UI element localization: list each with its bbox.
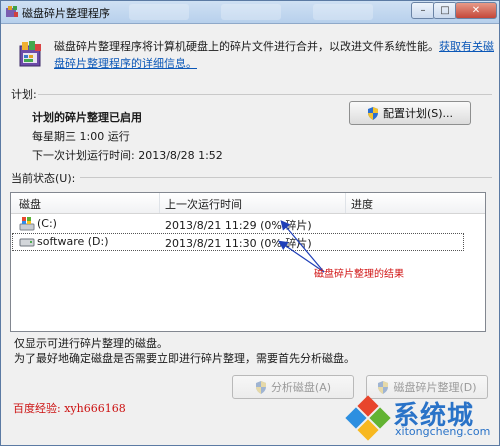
xitongcheng-logo: 系统城 xitongcheng.com [341, 393, 496, 445]
analyze-disk-label: 分析磁盘(A) [270, 381, 332, 394]
column-header-progress[interactable]: 进度 [351, 196, 373, 212]
annotation-label: 磁盘碎片整理的结果 [314, 269, 404, 280]
uac-shield-icon [378, 380, 389, 394]
uac-shield-icon [367, 106, 378, 120]
current-status-label: 当前状态(U): [11, 172, 76, 185]
schedule-run-time: 每星期三 1:00 运行 [32, 130, 130, 143]
intro-text: 磁盘碎片整理程序将计算机硬盘上的碎片文件进行合并，以改进文件系统性能。 [54, 40, 439, 53]
title-bar[interactable]: 磁盘碎片整理程序 – □ ✕ [1, 1, 499, 24]
disk-row-d[interactable]: software (D:) 2013/8/21 11:30 (0% 碎片) [12, 233, 464, 251]
intro-description: 磁盘碎片整理程序将计算机硬盘上的碎片文件进行合并，以改进文件系统性能。获取有关磁… [54, 38, 494, 72]
defrag-app-icon [6, 6, 18, 17]
column-header-last-run[interactable]: 上一次运行时间 [165, 196, 242, 212]
minimize-button[interactable]: – [411, 2, 435, 19]
maximize-button[interactable]: □ [433, 2, 457, 19]
background-tab [129, 4, 189, 20]
footer-note-disks: 仅显示可进行碎片整理的磁盘。 [14, 337, 168, 350]
disk-list[interactable]: 磁盘 上一次运行时间 进度 (C:) 2013/8/21 11:29 (0% 碎… [10, 192, 486, 332]
uac-shield-icon [255, 380, 266, 394]
column-divider[interactable] [159, 193, 160, 213]
configure-schedule-label: 配置计划(S)... [382, 107, 454, 120]
disk-list-header: 磁盘 上一次运行时间 进度 [11, 193, 485, 214]
hard-drive-icon [19, 238, 35, 247]
divider [38, 94, 492, 95]
column-divider[interactable] [345, 193, 346, 213]
disk-row-c[interactable]: (C:) 2013/8/21 11:29 (0% 碎片) [11, 215, 485, 233]
disk-name: software (D:) [37, 235, 109, 248]
window-title: 磁盘碎片整理程序 [22, 7, 110, 20]
main-content: 磁盘碎片整理程序将计算机硬盘上的碎片文件进行合并，以改进文件系统性能。获取有关磁… [2, 24, 499, 445]
column-header-disk[interactable]: 磁盘 [19, 196, 41, 212]
system-drive-icon [19, 217, 35, 231]
divider [80, 177, 492, 178]
windows-logo-icon [345, 395, 391, 441]
schedule-status: 计划的碎片整理已启用 [32, 111, 142, 124]
logo-domain-text: xitongcheng.com [395, 425, 491, 438]
background-tab [313, 4, 373, 20]
analyze-disk-button[interactable]: 分析磁盘(A) [232, 375, 354, 399]
schedule-next-run: 下一次计划运行时间: 2013/8/28 1:52 [32, 149, 223, 162]
configure-schedule-button[interactable]: 配置计划(S)... [349, 101, 471, 125]
footer-note-analyze: 为了最好地确定磁盘是否需要立即进行碎片整理，需要首先分析磁盘。 [14, 352, 355, 365]
defrag-icon [19, 41, 41, 67]
baidu-watermark: 百度经验: xyh666168 [13, 402, 126, 415]
disk-name: (C:) [37, 217, 57, 230]
close-button[interactable]: ✕ [455, 2, 497, 19]
schedule-section-label: 计划: [11, 88, 37, 101]
defrag-window: 磁盘碎片整理程序 – □ ✕ 磁盘碎片整理程序将计算机硬盘上的碎片文件进行合并，… [0, 0, 500, 446]
background-tab [221, 4, 281, 20]
